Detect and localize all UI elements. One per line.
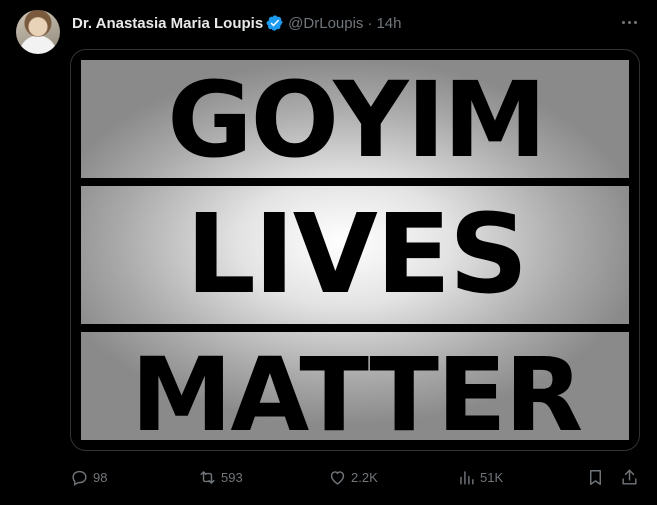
share-icon xyxy=(622,469,637,485)
like-count: 2.2K xyxy=(351,469,378,485)
verified-badge-icon[interactable] xyxy=(266,14,284,32)
tweet-header: Dr. Anastasia Maria Loupis @DrLoupis · 1… xyxy=(72,13,401,33)
tweet-image[interactable]: GOYIM LIVES MATTER xyxy=(70,49,640,451)
user-handle[interactable]: @DrLoupis xyxy=(288,15,363,32)
like-icon xyxy=(330,470,345,485)
separator-dot: · xyxy=(367,14,373,32)
repost-button[interactable]: 593 xyxy=(198,465,243,489)
reply-count: 98 xyxy=(93,469,108,485)
repost-icon xyxy=(200,470,215,484)
reply-icon xyxy=(72,470,87,486)
views-icon xyxy=(460,470,474,485)
image-divider-2 xyxy=(81,324,631,332)
like-button[interactable]: 2.2K xyxy=(328,465,378,489)
image-text-line-2: LIVES xyxy=(185,190,529,318)
avatar[interactable] xyxy=(16,10,60,54)
tweet[interactable]: Dr. Anastasia Maria Loupis @DrLoupis · 1… xyxy=(0,0,657,505)
image-content: GOYIM LIVES MATTER xyxy=(81,59,631,447)
views-count: 51K xyxy=(480,469,504,485)
views-button[interactable]: 51K xyxy=(457,465,503,489)
image-text-line-1: GOYIM xyxy=(167,59,547,181)
tweet-actions: 98 593 2.2K 51K xyxy=(70,465,645,489)
repost-count: 593 xyxy=(221,469,243,485)
display-name[interactable]: Dr. Anastasia Maria Loupis xyxy=(72,15,263,32)
timestamp[interactable]: 14h xyxy=(376,15,401,32)
reply-button[interactable]: 98 xyxy=(70,465,107,489)
bookmark-button[interactable] xyxy=(586,465,609,489)
share-button[interactable] xyxy=(620,465,643,489)
bookmark-icon xyxy=(590,469,601,485)
image-divider-1 xyxy=(81,178,631,186)
more-icon[interactable] xyxy=(616,12,642,32)
image-text-line-3: MATTER xyxy=(130,336,583,451)
